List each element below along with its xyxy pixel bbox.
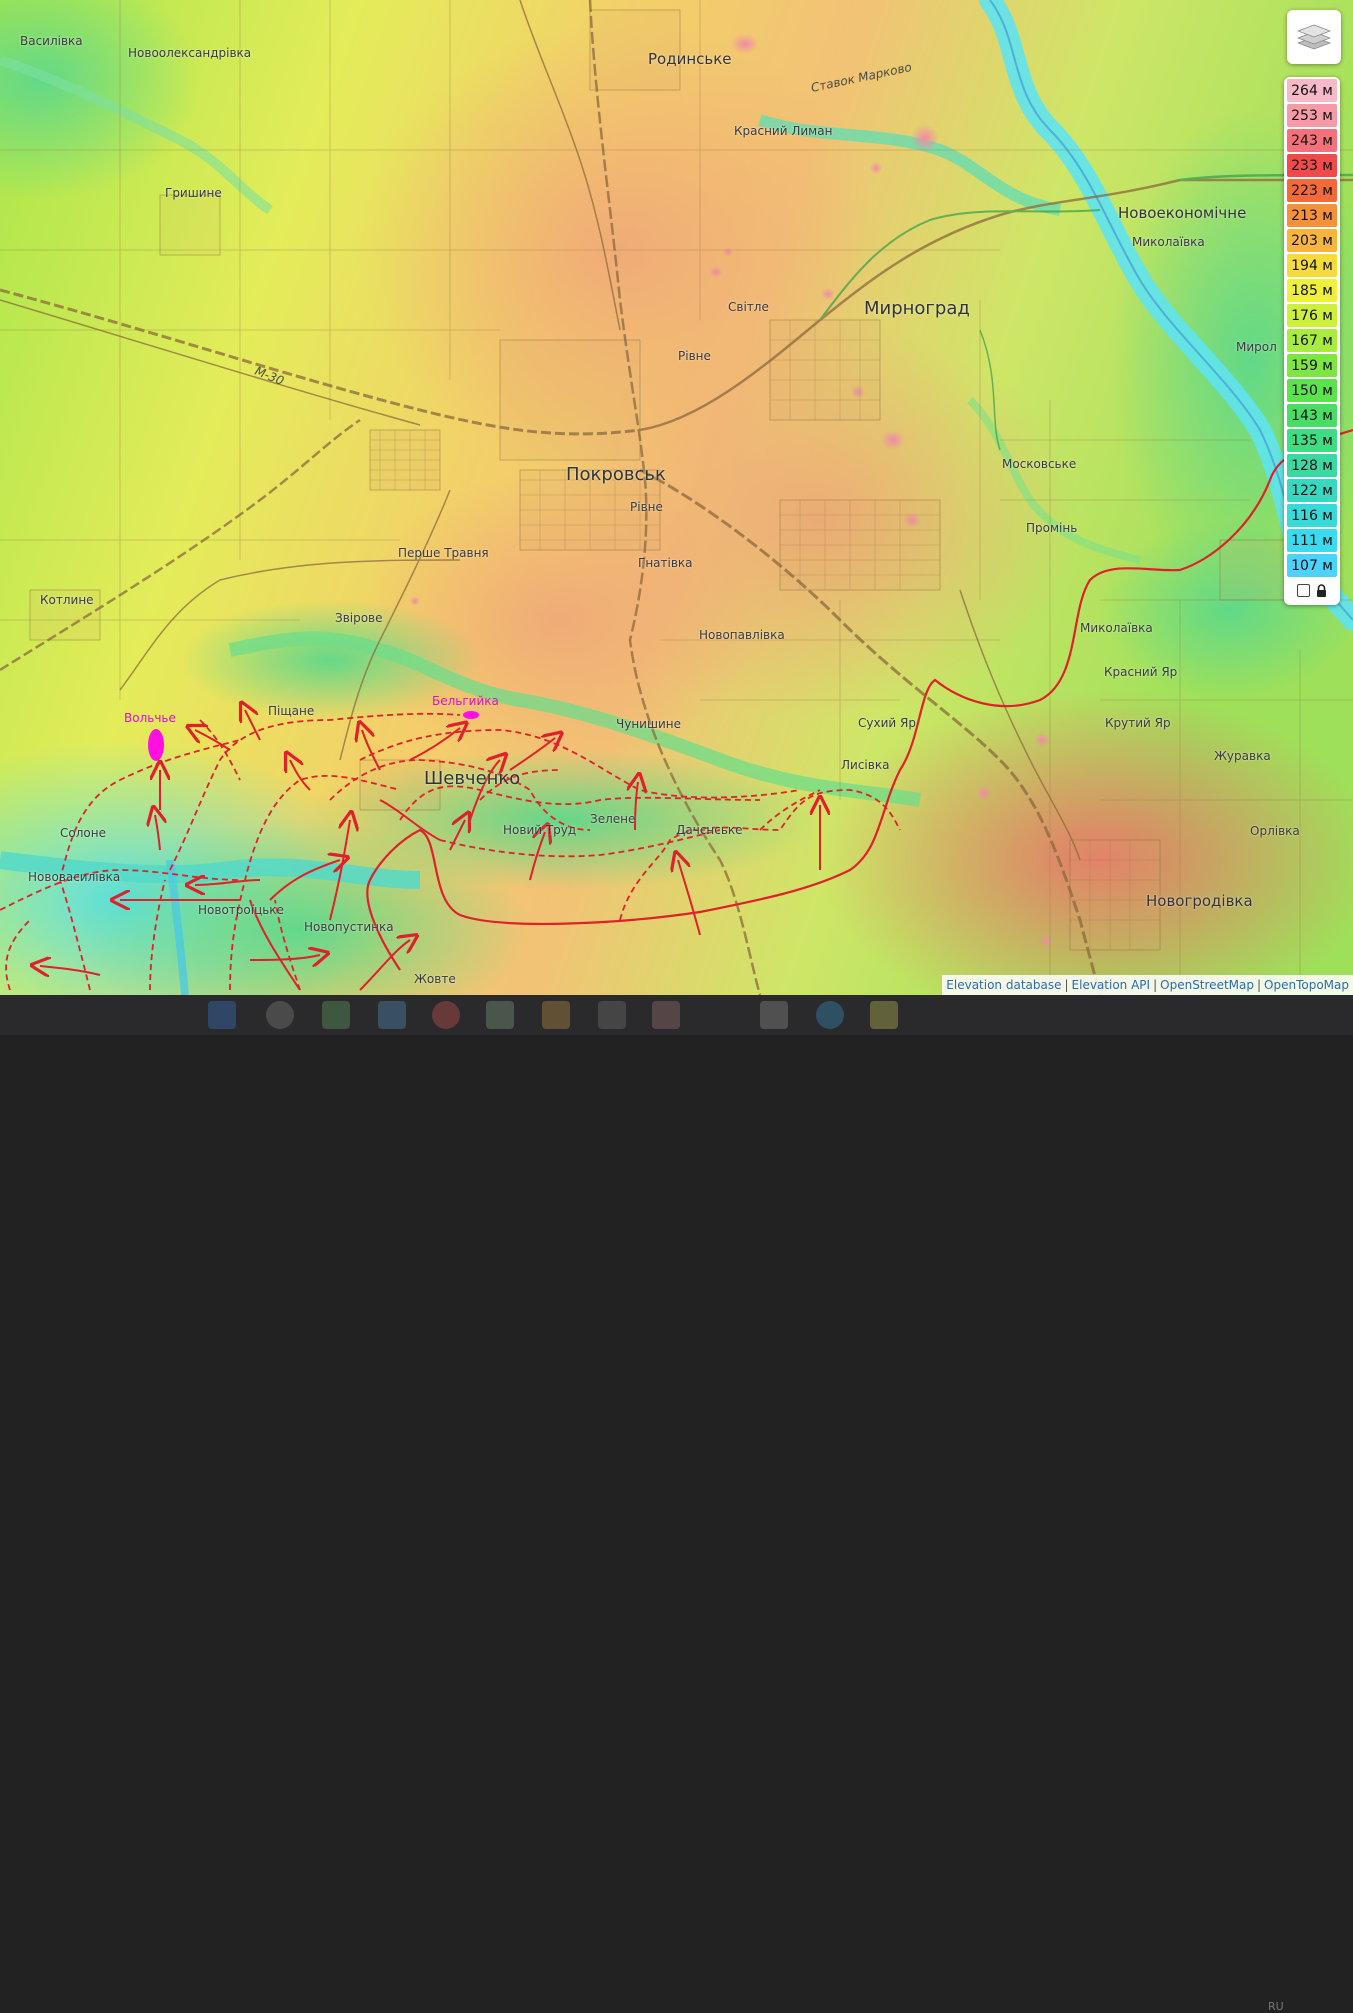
legend-entry: 122 м [1287,479,1337,502]
tray-language[interactable]: RU [1268,2000,1284,2013]
place-label: Новотроїцьке [198,903,284,917]
windows-start-icon[interactable] [208,1001,236,1029]
legend-entry: 150 м [1287,379,1337,402]
legend-entry: 264 м [1287,79,1337,102]
attribution-bar: Elevation database | Elevation API | OpenStr… [942,975,1353,995]
place-label: Красний Лиман [734,124,833,138]
legend-entry: 253 м [1287,104,1337,127]
place-label: Мирол [1236,340,1277,354]
attribution-separator: | [1153,978,1158,992]
legend-entry: 107 м [1287,554,1337,577]
layers-icon [1297,24,1331,50]
place-label: Світле [728,300,769,314]
place-label: Новоекономічне [1118,204,1247,222]
place-label: Красний Яр [1104,665,1178,679]
app-icon[interactable] [432,1001,460,1029]
app-icon[interactable] [598,1001,626,1029]
attribution-separator: | [1256,978,1262,992]
place-label: Дачєнське [676,823,743,837]
place-label: Новопустинка [304,920,394,934]
place-label: Рівне [678,349,711,363]
place-label: Рівне [630,500,663,514]
legend-entry: 159 м [1287,354,1337,377]
place-label: Новопавлівка [699,628,785,642]
legend-entry: 167 м [1287,329,1337,352]
place-label: Шевченко [424,768,521,789]
volchye-marker [148,729,164,761]
app-icon[interactable] [486,1001,514,1029]
legend-entry: 116 м [1287,504,1337,527]
place-label: Миколаївка [1132,235,1205,249]
lock-icon[interactable] [1316,583,1327,597]
legend-entry: 203 м [1287,229,1337,252]
belgiyka-marker [463,711,479,719]
app-icon[interactable] [870,1001,898,1029]
place-label: Піщане [268,704,315,718]
place-label: Жовте [414,972,456,986]
place-label: Новоолександрівка [128,46,252,60]
place-label: Московське [1002,457,1077,471]
taskbar: RU [0,995,1353,2013]
app-icon[interactable] [322,1001,350,1029]
place-label: Василівка [20,34,83,48]
browser-icon[interactable] [266,1001,294,1029]
attribution-link[interactable]: OpenStreetMap [1160,978,1254,992]
attribution-link[interactable]: Elevation database [946,978,1061,992]
place-label: Лисівка [841,758,890,772]
legend-entry: 243 м [1287,129,1337,152]
app-icon[interactable] [652,1001,680,1029]
place-label: Родинське [648,50,732,68]
telegram-icon[interactable] [816,1001,844,1029]
place-label: Перше Травня [398,546,489,560]
place-label: Промінь [1026,521,1078,535]
app-icon[interactable] [760,1001,788,1029]
place-label: Покровськ [566,464,666,485]
marker-label: Вольчье [124,711,176,725]
place-label: Новогродівка [1146,892,1253,910]
attribution-link[interactable]: Elevation API [1072,978,1151,992]
place-label: Журавка [1214,749,1271,763]
map-canvas: М-30Ставок Марково [0,0,1353,995]
place-label: Звірове [335,611,383,625]
legend-entry: 176 м [1287,304,1337,327]
legend-entry: 185 м [1287,279,1337,302]
place-label: Орлівка [1250,824,1300,838]
legend-lock-checkbox[interactable] [1297,583,1310,597]
place-label: Котлине [40,593,94,607]
place-label: Крутий Яр [1105,716,1171,730]
place-label: Нововасилівка [28,870,121,884]
legend-entry: 143 м [1287,404,1337,427]
legend-entry: 233 м [1287,154,1337,177]
place-label: Сухий Яр [858,716,916,730]
attribution-separator: | [1064,978,1069,992]
layers-button[interactable] [1287,10,1341,64]
marker-label: Бельгийка [432,694,499,708]
place-label: Зелене [590,812,636,826]
elevation-map[interactable]: М-30 Ставок Марково Василівка Новоолекса… [0,0,1353,995]
legend-entry: 213 м [1287,204,1337,227]
place-label: Мирноград [864,298,970,319]
app-icon[interactable] [542,1001,570,1029]
place-label: Новий Труд [503,823,577,837]
attribution-link[interactable]: OpenTopoMap [1264,978,1349,992]
legend-entry: 223 м [1287,179,1337,202]
app-icon[interactable] [378,1001,406,1029]
place-label: Чунишине [616,717,681,731]
legend-entry: 111 м [1287,529,1337,552]
place-label: Гнатівка [638,556,693,570]
place-label: Солоне [60,826,106,840]
place-label: Миколаївка [1080,621,1153,635]
legend-entry: 194 м [1287,254,1337,277]
legend-entry: 135 м [1287,429,1337,452]
elevation-legend: 264 м 253 м 243 м 233 м 223 м 213 м 203 м 194 м… [1284,77,1340,605]
place-label: Гришине [165,186,222,200]
legend-entry: 128 м [1287,454,1337,477]
